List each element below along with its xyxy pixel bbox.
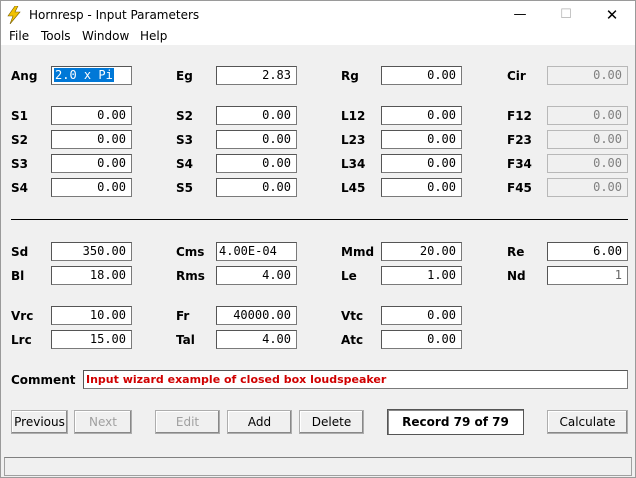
close-button[interactable]: ✕ (589, 1, 635, 29)
rms-field[interactable]: 4.00 (216, 266, 297, 285)
mmd-field[interactable]: 20.00 (381, 242, 462, 261)
sd-field[interactable]: 350.00 (51, 242, 132, 261)
lightning-icon (7, 6, 21, 24)
label-s5-col2: S5 (176, 181, 193, 195)
label-cms: Cms (176, 245, 205, 259)
label-f34: F34 (507, 157, 532, 171)
label-f23: F23 (507, 133, 532, 147)
label-rg: Rg (341, 69, 359, 83)
l12-field[interactable]: 0.00 (381, 106, 462, 125)
label-tal: Tal (176, 333, 195, 347)
add-button[interactable]: Add (227, 410, 292, 434)
input-parameters-panel: Ang 2.0 x Pi Eg 2.83 Rg 0.00 Cir 0.00 S1… (1, 45, 635, 455)
label-l23: L23 (341, 133, 366, 147)
label-vtc: Vtc (341, 309, 364, 323)
label-l45: L45 (341, 181, 366, 195)
l34-field[interactable]: 0.00 (381, 154, 462, 173)
f12-field: 0.00 (547, 106, 628, 125)
comment-field[interactable]: Input wizard example of closed box louds… (83, 370, 628, 389)
label-re: Re (507, 245, 525, 259)
vrc-field[interactable]: 10.00 (51, 306, 132, 325)
menu-window[interactable]: Window (82, 29, 129, 43)
calculate-button[interactable]: Calculate (547, 410, 628, 434)
rg-field[interactable]: 0.00 (381, 66, 462, 85)
tal-field[interactable]: 4.00 (216, 330, 297, 349)
label-sd: Sd (11, 245, 29, 259)
l45-field[interactable]: 0.00 (381, 178, 462, 197)
label-cir: Cir (507, 69, 526, 83)
next-button: Next (74, 410, 132, 434)
label-eg: Eg (176, 69, 193, 83)
s2-col2-field[interactable]: 0.00 (216, 106, 297, 125)
label-l34: L34 (341, 157, 366, 171)
label-fr: Fr (176, 309, 190, 323)
cms-field[interactable]: 4.00E-04 (216, 242, 297, 261)
label-f45: F45 (507, 181, 532, 195)
label-rms: Rms (176, 269, 205, 283)
lrc-field[interactable]: 15.00 (51, 330, 132, 349)
menu-file[interactable]: File (9, 29, 29, 43)
label-s1: S1 (11, 109, 28, 123)
label-comment: Comment (11, 373, 76, 387)
delete-button[interactable]: Delete (299, 410, 364, 434)
eg-field[interactable]: 2.83 (216, 66, 297, 85)
atc-field[interactable]: 0.00 (381, 330, 462, 349)
menu-tools[interactable]: Tools (41, 29, 71, 43)
bl-field[interactable]: 18.00 (51, 266, 132, 285)
f34-field: 0.00 (547, 154, 628, 173)
f23-field: 0.00 (547, 130, 628, 149)
label-s2-col2: S2 (176, 109, 193, 123)
label-l12: L12 (341, 109, 366, 123)
label-f12: F12 (507, 109, 532, 123)
label-vrc: Vrc (11, 309, 34, 323)
s2-field[interactable]: 0.00 (51, 130, 132, 149)
status-bar (4, 457, 632, 476)
label-s3: S3 (11, 157, 28, 171)
window-title: Hornresp - Input Parameters (29, 8, 200, 22)
f45-field: 0.00 (547, 178, 628, 197)
label-ang: Ang (11, 69, 38, 83)
label-s4: S4 (11, 181, 28, 195)
label-nd: Nd (507, 269, 526, 283)
cir-field: 0.00 (547, 66, 628, 85)
label-bl: Bl (11, 269, 25, 283)
main-window: Hornresp - Input Parameters — ☐ ✕ File T… (0, 0, 636, 478)
s4-col2-field[interactable]: 0.00 (216, 154, 297, 173)
title-bar[interactable]: Hornresp - Input Parameters — ☐ ✕ (1, 1, 635, 29)
s4-field[interactable]: 0.00 (51, 178, 132, 197)
section-divider (11, 219, 628, 220)
record-indicator: Record 79 of 79 (387, 409, 524, 435)
menu-help[interactable]: Help (140, 29, 167, 43)
ang-value: 2.0 x Pi (54, 68, 114, 82)
l23-field[interactable]: 0.00 (381, 130, 462, 149)
minimize-button[interactable]: — (497, 1, 543, 29)
menu-bar: File Tools Window Help (1, 29, 635, 45)
fr-field[interactable]: 40000.00 (216, 306, 297, 325)
nd-field[interactable]: 1 (547, 266, 628, 285)
le-field[interactable]: 1.00 (381, 266, 462, 285)
label-lrc: Lrc (11, 333, 32, 347)
label-atc: Atc (341, 333, 364, 347)
s3-field[interactable]: 0.00 (51, 154, 132, 173)
label-s4-col2: S4 (176, 157, 193, 171)
label-le: Le (341, 269, 357, 283)
s3-col2-field[interactable]: 0.00 (216, 130, 297, 149)
re-field[interactable]: 6.00 (547, 242, 628, 261)
ang-field[interactable]: 2.0 x Pi (51, 66, 132, 85)
edit-button: Edit (155, 410, 220, 434)
s1-field[interactable]: 0.00 (51, 106, 132, 125)
s5-col2-field[interactable]: 0.00 (216, 178, 297, 197)
maximize-button[interactable]: ☐ (543, 1, 589, 29)
label-s3-col2: S3 (176, 133, 193, 147)
vtc-field[interactable]: 0.00 (381, 306, 462, 325)
label-s2: S2 (11, 133, 28, 147)
previous-button[interactable]: Previous (11, 410, 68, 434)
label-mmd: Mmd (341, 245, 375, 259)
